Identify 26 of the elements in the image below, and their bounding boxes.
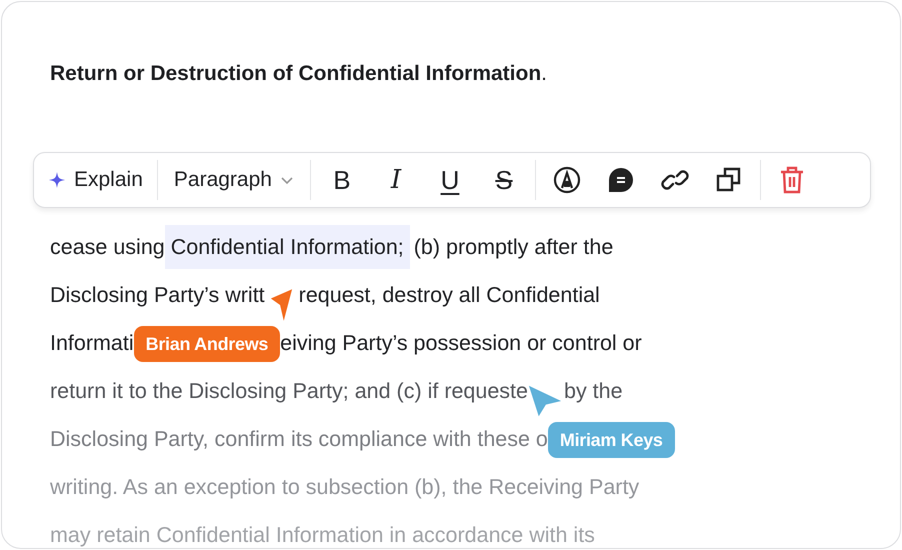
collaborator-label: Brian Andrews — [134, 326, 280, 362]
paragraph-text: by the — [564, 379, 623, 403]
paragraph-text: eiving Party’s possession or control or — [280, 331, 642, 355]
paragraph-text: (b) promptly after the — [412, 235, 614, 259]
paragraph-text: Informati — [50, 331, 134, 355]
circled-letter-icon — [552, 166, 581, 194]
paragraph-text: request, destroy all Confidential — [298, 283, 600, 307]
sparkle-icon — [48, 171, 66, 189]
paragraph-text: cease using — [50, 235, 166, 259]
paragraph-text: return it to the Disclosing Party; and (c) if requeste — [50, 379, 528, 403]
collaborator-label: Miriam Keys — [548, 422, 675, 458]
section-heading: Return or Destruction of Confidential Information. — [50, 61, 548, 87]
paragraph-text: writing. As an exception to subsection (b), the Receiving Party — [50, 475, 640, 499]
bold-button[interactable]: B — [314, 160, 369, 200]
underline-button[interactable]: U — [422, 160, 477, 200]
trash-icon — [778, 166, 805, 194]
selected-text: Confidential Information; — [164, 225, 410, 269]
comment-icon — [608, 167, 634, 193]
paragraph-text: Disclosing Party, confirm its compliance with these o — [50, 427, 548, 451]
strikethrough-button[interactable]: S — [476, 160, 531, 200]
copy-icon — [716, 167, 742, 193]
block-type-dropdown[interactable]: Paragraph — [162, 160, 306, 200]
paragraph-text: may retain Confidential Information in accordance with its — [50, 523, 595, 547]
italic-button[interactable]: I — [368, 160, 423, 200]
paragraph-text: Disclosing Party’s writt — [50, 283, 265, 307]
explain-button[interactable]: Explain — [42, 160, 153, 200]
